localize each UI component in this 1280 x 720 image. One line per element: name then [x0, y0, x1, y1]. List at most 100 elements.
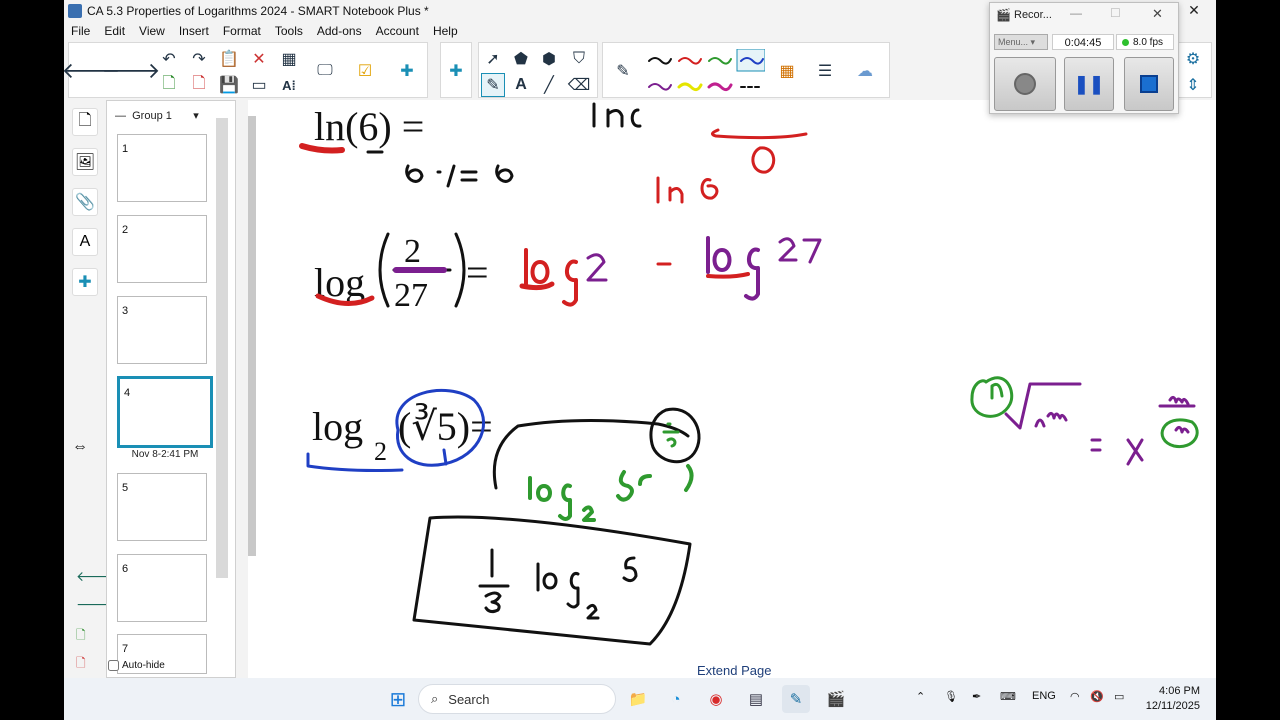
tray-chevron-icon[interactable]: ⌃	[916, 690, 925, 703]
svg-text:2: 2	[374, 437, 387, 466]
svg-text:2: 2	[404, 233, 421, 270]
menu-account[interactable]: Account	[369, 22, 426, 40]
line-tool-icon[interactable]: ╱	[537, 73, 561, 97]
add-page-icon[interactable]: 🗋	[157, 73, 181, 97]
thumbnail-caption: Nov 8-2:41 PM	[131, 449, 199, 460]
whiteboard-canvas[interactable]: ln(6) = log 2 27 = log 2 (∛5)= Extend Pa…	[248, 100, 1216, 678]
activity-icon[interactable]: ☑	[353, 59, 377, 83]
taskbar-clock[interactable]: 4:06 PM 12/11/2025	[1146, 684, 1200, 714]
gallery-tab-icon[interactable]: 🖼	[72, 148, 98, 176]
extend-page-link[interactable]: Extend Page	[697, 663, 771, 678]
properties-tab-icon[interactable]: A	[72, 228, 98, 256]
auto-hide-toggle[interactable]: Auto-hide	[108, 660, 165, 671]
menu-tools[interactable]: Tools	[268, 22, 310, 40]
delete-page-icon[interactable]: 🗋	[187, 73, 211, 97]
recorder-menu[interactable]: Menu... ▾	[994, 34, 1048, 50]
delete-icon[interactable]: ✕	[247, 47, 271, 71]
eraser-shape-icon[interactable]: ⬢	[537, 47, 561, 71]
microphone-icon[interactable]: 🎙	[944, 690, 958, 703]
language-indicator[interactable]: ENG	[1032, 690, 1056, 702]
handwritten-math: ln(6) = log 2 27 = log 2 (∛5)=	[299, 102, 1199, 646]
group-row[interactable]: — Group 1 ▾	[115, 109, 199, 122]
stop-button[interactable]	[1124, 57, 1174, 111]
screen-shade-icon[interactable]: ▭	[247, 73, 271, 97]
toolbar-pen-group: ✎ ▦ ☰ ☁	[602, 42, 890, 98]
line-style-icon[interactable]: ☰	[813, 59, 837, 83]
menu-help[interactable]: Help	[426, 22, 465, 40]
fill-icon[interactable]: ⛉	[567, 47, 591, 71]
attachments-tab-icon[interactable]: 📎	[72, 188, 98, 216]
taskbar-search[interactable]: ⌕ Search	[418, 684, 616, 714]
menu-format[interactable]: Format	[216, 22, 268, 40]
pause-button[interactable]: ❚❚	[1064, 57, 1114, 111]
pen-menu-icon[interactable]: ✒	[972, 690, 981, 703]
sidebar-delete-page-icon[interactable]: 🗋	[76, 654, 86, 675]
recorder-maximize-icon: ☐	[1110, 6, 1121, 20]
sidebar-add-page-icon[interactable]: 🗋	[76, 626, 86, 647]
auto-hide-checkbox[interactable]	[108, 660, 119, 671]
panel-splitter[interactable]	[236, 100, 248, 678]
page-sorter-tab-icon[interactable]: 🗋	[72, 108, 98, 136]
addons-tab-icon[interactable]: ✚	[72, 268, 98, 296]
magic-pen-icon[interactable]: ☁	[853, 59, 877, 83]
page-thumbnail[interactable]: 6	[117, 554, 207, 622]
text-tool-icon[interactable]: A	[509, 73, 533, 97]
menu-view[interactable]: View	[132, 22, 172, 40]
right-letterbox	[1216, 0, 1280, 720]
page-thumbnail[interactable]: 1	[117, 134, 207, 202]
chrome-browser-icon[interactable]: ◉	[702, 685, 730, 713]
addon-icon[interactable]: ✚	[395, 59, 419, 83]
select-icon[interactable]: ➚	[481, 47, 505, 71]
speaker-icon[interactable]: 🔇	[1090, 690, 1104, 703]
recorder-fps: 8.0 fps	[1116, 34, 1174, 50]
color-palette-icon[interactable]: ▦	[775, 59, 799, 83]
window-title: CA 5.3 Properties of Logarithms 2024 - S…	[87, 4, 429, 18]
paste-icon[interactable]: 📋	[217, 47, 241, 71]
display-icon[interactable]: 🖵	[313, 59, 337, 83]
smart-notebook-icon[interactable]: ✎	[782, 685, 810, 713]
menu-addons[interactable]: Add-ons	[310, 22, 369, 40]
app-84-icon[interactable]: ▤	[742, 685, 770, 713]
previous-page-icon[interactable]: 🡐	[64, 58, 121, 83]
shapes-icon[interactable]: ⬟	[509, 47, 533, 71]
pen-tool-icon[interactable]: ✎	[481, 73, 505, 97]
recorder-close-icon[interactable]: ✕	[1152, 6, 1163, 22]
table-icon[interactable]: ▦	[277, 47, 301, 71]
wifi-icon[interactable]: ◠	[1070, 690, 1080, 703]
page-thumbnail[interactable]: 2	[117, 215, 207, 283]
save-icon[interactable]: 💾	[217, 73, 241, 97]
battery-icon[interactable]: ▭	[1114, 690, 1124, 703]
svg-text:ln(6) =: ln(6) =	[314, 104, 424, 149]
page-thumbnail[interactable]: 5	[117, 473, 207, 541]
puzzle-icon[interactable]: ✚	[444, 59, 468, 83]
stop-icon	[1140, 75, 1158, 93]
recorder-app-icon[interactable]: 🎬	[822, 685, 850, 713]
windows-taskbar: ⊞ ⌕ Search 📁 ◔ ◉ ▤ ✎ 🎬 ⌃ 🎙 ✒ ⌨ ENG ◠ 🔇 ▭ …	[64, 678, 1216, 720]
resize-arrows-icon[interactable]: ⇔	[72, 438, 88, 456]
keyboard-icon[interactable]: ⌨	[1000, 690, 1016, 703]
menu-file[interactable]: File	[64, 22, 97, 40]
page-thumbnail[interactable]: 3	[117, 296, 207, 364]
text-recognition-icon[interactable]: A⁞	[277, 73, 301, 97]
file-explorer-icon[interactable]: 📁	[624, 685, 652, 713]
recorder-minimize-icon[interactable]: —	[1070, 6, 1082, 20]
search-placeholder: Search	[448, 691, 490, 707]
settings-gear-icon[interactable]: ⚙	[1181, 47, 1205, 71]
menu-insert[interactable]: Insert	[172, 22, 216, 40]
page-sorter-scrollbar[interactable]	[216, 118, 228, 578]
next-page-icon[interactable]: 🡒	[102, 58, 161, 83]
notebook-window: CA 5.3 Properties of Logarithms 2024 - S…	[64, 0, 1216, 720]
redo-icon[interactable]: ↷	[187, 47, 211, 71]
eraser-icon[interactable]: ⌫	[567, 73, 591, 97]
windows-start-icon[interactable]: ⊞	[384, 685, 412, 713]
pen-color-swatches[interactable]	[645, 49, 765, 99]
move-toolbar-icon[interactable]: ⇕	[1181, 73, 1205, 97]
menu-edit[interactable]: Edit	[97, 22, 132, 40]
edge-browser-icon[interactable]: ◔	[662, 685, 690, 713]
pen-icon[interactable]: ✎	[611, 59, 635, 83]
page-thumbnail-active[interactable]: 4	[117, 376, 213, 448]
close-icon[interactable]: ✕	[1179, 2, 1209, 19]
record-button[interactable]	[994, 57, 1056, 111]
undo-icon[interactable]: ↶	[157, 47, 181, 71]
group-label: Group 1	[132, 110, 172, 122]
